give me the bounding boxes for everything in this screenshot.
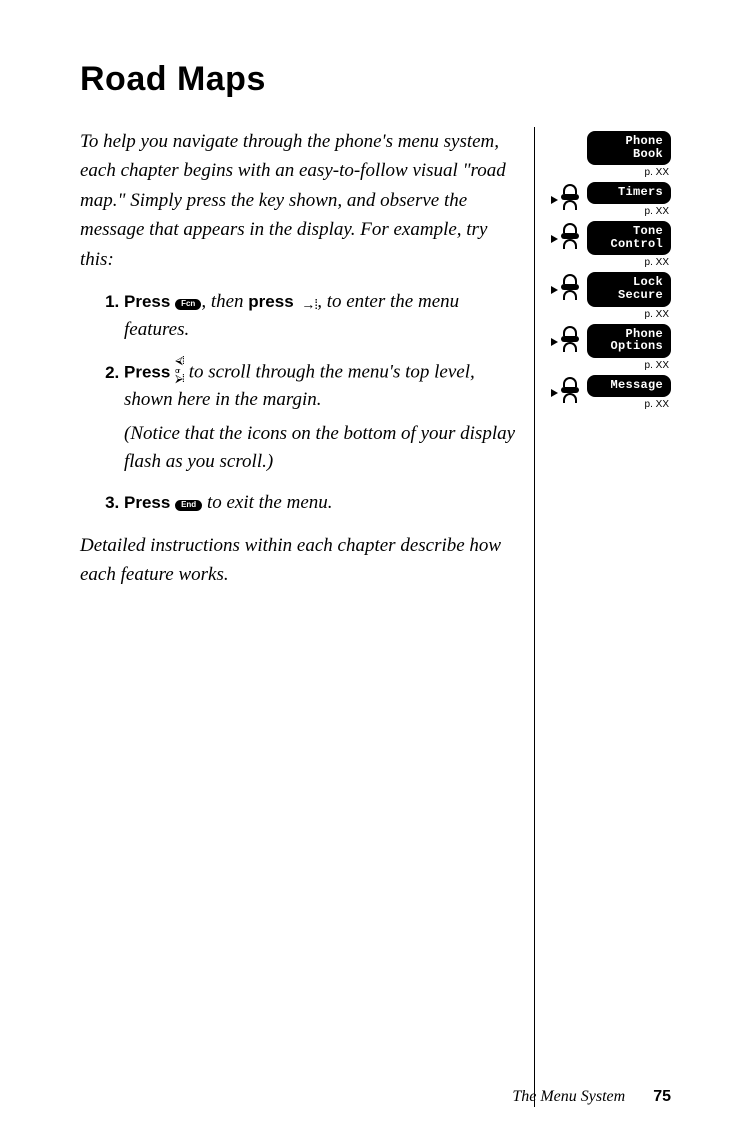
roadmap-menu-group: Timersp. XX <box>555 182 671 221</box>
roadmap-menu-group: LockSecure p. XX <box>555 272 671 323</box>
scroll-up-down-key-icon: ⮘⁞or⮚⁞ <box>175 357 184 383</box>
step-3-tail: to exit the menu. <box>202 492 332 513</box>
outro-paragraph: Detailed instructions within each chapte… <box>80 531 518 590</box>
end-key-icon: End <box>175 500 202 511</box>
roadmap-page-ref: p. XX <box>555 309 669 320</box>
scroll-indicator-icon <box>555 375 581 405</box>
roadmap-menu-group: ToneControl p. XX <box>555 221 671 272</box>
roadmap-menu-group: Messagep. XX <box>555 375 671 414</box>
roadmap-page-ref: p. XX <box>555 167 669 178</box>
step-list: Press Fcn, then press →⁞, to enter the m… <box>80 288 518 516</box>
roadmap-menu-item: PhoneOptions <box>587 324 671 358</box>
roadmap-page-ref: p. XX <box>555 360 669 371</box>
roadmap-menu-item: Timers <box>587 182 671 204</box>
scroll-indicator-icon <box>555 324 581 354</box>
scroll-indicator-icon <box>555 272 581 302</box>
press-label: Press <box>124 363 170 382</box>
roadmap-page-ref: p. XX <box>555 257 669 268</box>
intro-paragraph: To help you navigate through the phone's… <box>80 127 518 274</box>
roadmap-menu-item: LockSecure <box>587 272 671 306</box>
footer-section-name: The Menu System <box>512 1088 625 1106</box>
step-1-mid: , then <box>201 291 248 312</box>
roadmap-sidebar: PhoneBookp. XXTimersp. XXToneControlp. X… <box>534 127 671 1107</box>
step-2-note: (Notice that the icons on the bottom of … <box>124 423 515 472</box>
right-arrow-dotted-key-icon: →⁞ <box>298 297 317 311</box>
roadmap-menu-group: PhoneOptions p. XX <box>555 324 671 375</box>
step-2: Press ⮘⁞or⮚⁞ to scroll through the menu'… <box>124 357 518 475</box>
scroll-indicator-icon <box>555 221 581 251</box>
roadmap-menu-item: ToneControl <box>587 221 671 255</box>
roadmap-menu-group: PhoneBook p. XX <box>555 131 671 182</box>
page-footer: The Menu System 75 <box>512 1088 671 1106</box>
body-text-column: To help you navigate through the phone's… <box>80 127 518 603</box>
press-label: Press <box>124 292 170 311</box>
press-label: Press <box>124 493 170 512</box>
scroll-indicator-icon <box>555 182 581 212</box>
press-label-2: press <box>248 292 293 311</box>
step-3: Press End to exit the menu. <box>124 489 518 517</box>
page-title: Road Maps <box>80 60 671 99</box>
roadmap-menu-item: PhoneBook <box>587 131 671 165</box>
fcn-key-icon: Fcn <box>175 299 201 310</box>
step-1: Press Fcn, then press →⁞, to enter the m… <box>124 288 518 343</box>
roadmap-menu-item: Message <box>587 375 671 397</box>
footer-page-number: 75 <box>653 1088 671 1106</box>
